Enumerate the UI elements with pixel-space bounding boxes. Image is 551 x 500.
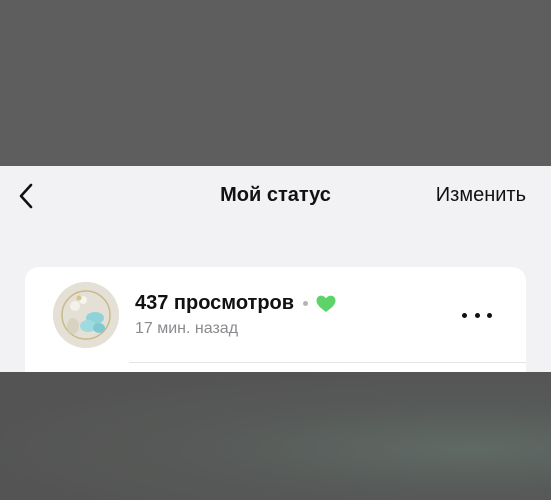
- avatar-image: [53, 282, 119, 348]
- more-dot: [474, 312, 480, 318]
- edit-button[interactable]: Изменить: [436, 184, 526, 207]
- views-count: 437 просмотров: [135, 292, 295, 314]
- more-dot: [487, 312, 492, 318]
- more-options-button[interactable]: [462, 307, 492, 323]
- status-sheet: Мой статус Изменить 437 просмотров 17 ми…: [0, 166, 551, 372]
- views-row[interactable]: 437 просмотров: [135, 292, 336, 315]
- avatar[interactable]: [53, 282, 119, 348]
- heart-shape: [316, 295, 336, 312]
- dimmed-background-top[interactable]: [0, 0, 551, 166]
- status-card: 437 просмотров 17 мин. назад: [25, 267, 526, 372]
- more-dot: [462, 312, 467, 318]
- separator-dot: [303, 301, 309, 306]
- dimmed-background-bottom[interactable]: [0, 372, 551, 500]
- divider: [129, 362, 526, 363]
- posted-time: 17 мин. назад: [135, 320, 239, 337]
- heart-icon: [316, 295, 336, 312]
